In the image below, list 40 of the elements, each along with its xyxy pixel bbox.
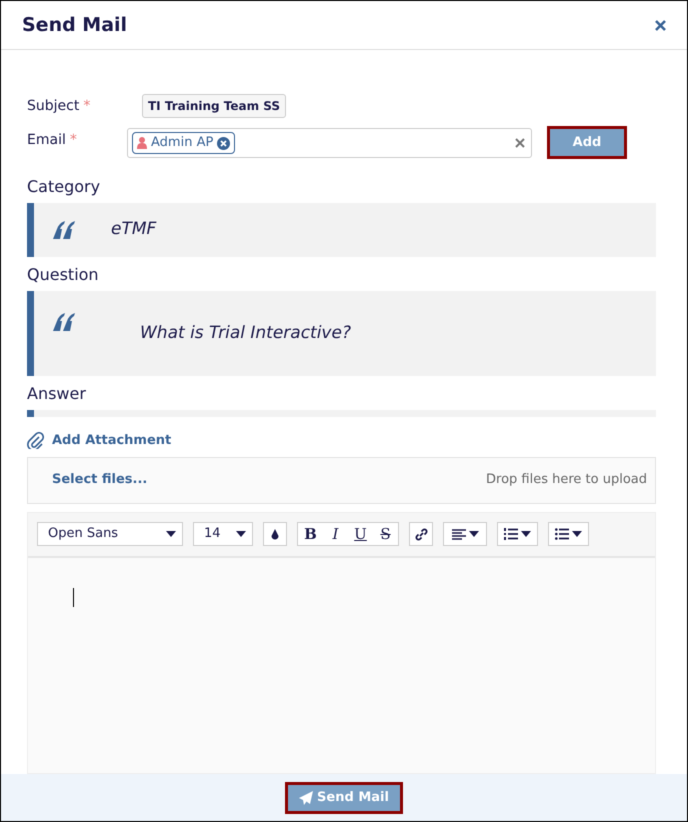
- link-icon: [414, 528, 428, 540]
- close-icon[interactable]: [655, 20, 666, 30]
- caret-icon: [572, 531, 582, 537]
- drop-hint: Drop files here to upload: [486, 471, 647, 490]
- align-dropdown[interactable]: [443, 522, 487, 546]
- droplet-icon: [271, 528, 279, 540]
- align-left-icon: [452, 528, 466, 540]
- dialog-title: Send Mail: [22, 12, 128, 38]
- remove-icon[interactable]: [217, 136, 230, 150]
- bullet-list-dropdown[interactable]: [548, 522, 589, 546]
- field-label: Subject *: [27, 97, 92, 116]
- numbered-list-dropdown[interactable]: [497, 522, 538, 546]
- email-field[interactable]: Admin AP: [127, 128, 532, 158]
- quote-icon: [53, 221, 75, 239]
- person-icon: [137, 137, 147, 149]
- text-color-button[interactable]: [263, 522, 287, 546]
- text-cursor: [73, 588, 74, 606]
- caret-icon: [166, 531, 176, 537]
- bullet-list-icon: [555, 528, 569, 540]
- link-button[interactable]: [409, 522, 433, 546]
- select-files-button[interactable]: Select files...: [52, 470, 148, 490]
- field-label: Email *: [27, 131, 78, 150]
- clear-icon[interactable]: [515, 138, 525, 148]
- add-attachment-link[interactable]: Add Attachment: [52, 431, 172, 450]
- quote-icon: [53, 313, 75, 331]
- caret-icon: [521, 531, 531, 537]
- paper-plane-icon: [299, 790, 314, 804]
- font-size-dropdown[interactable]: 14: [193, 522, 253, 546]
- subject-field[interactable]: TI Training Team SS: [142, 94, 286, 118]
- paperclip-icon: [27, 432, 44, 450]
- numbered-list-icon: [504, 528, 518, 540]
- section-heading: Answer: [27, 383, 87, 405]
- quote-text: What is Trial Interactive?: [140, 322, 351, 345]
- caret-icon: [236, 531, 246, 537]
- section-heading: Question: [27, 264, 100, 286]
- font-dropdown[interactable]: Open Sans: [37, 522, 183, 546]
- quote-text: eTMF: [111, 218, 156, 242]
- recipient-tag[interactable]: Admin AP: [132, 132, 236, 154]
- section-heading: Category: [27, 176, 102, 198]
- caret-icon: [468, 531, 478, 537]
